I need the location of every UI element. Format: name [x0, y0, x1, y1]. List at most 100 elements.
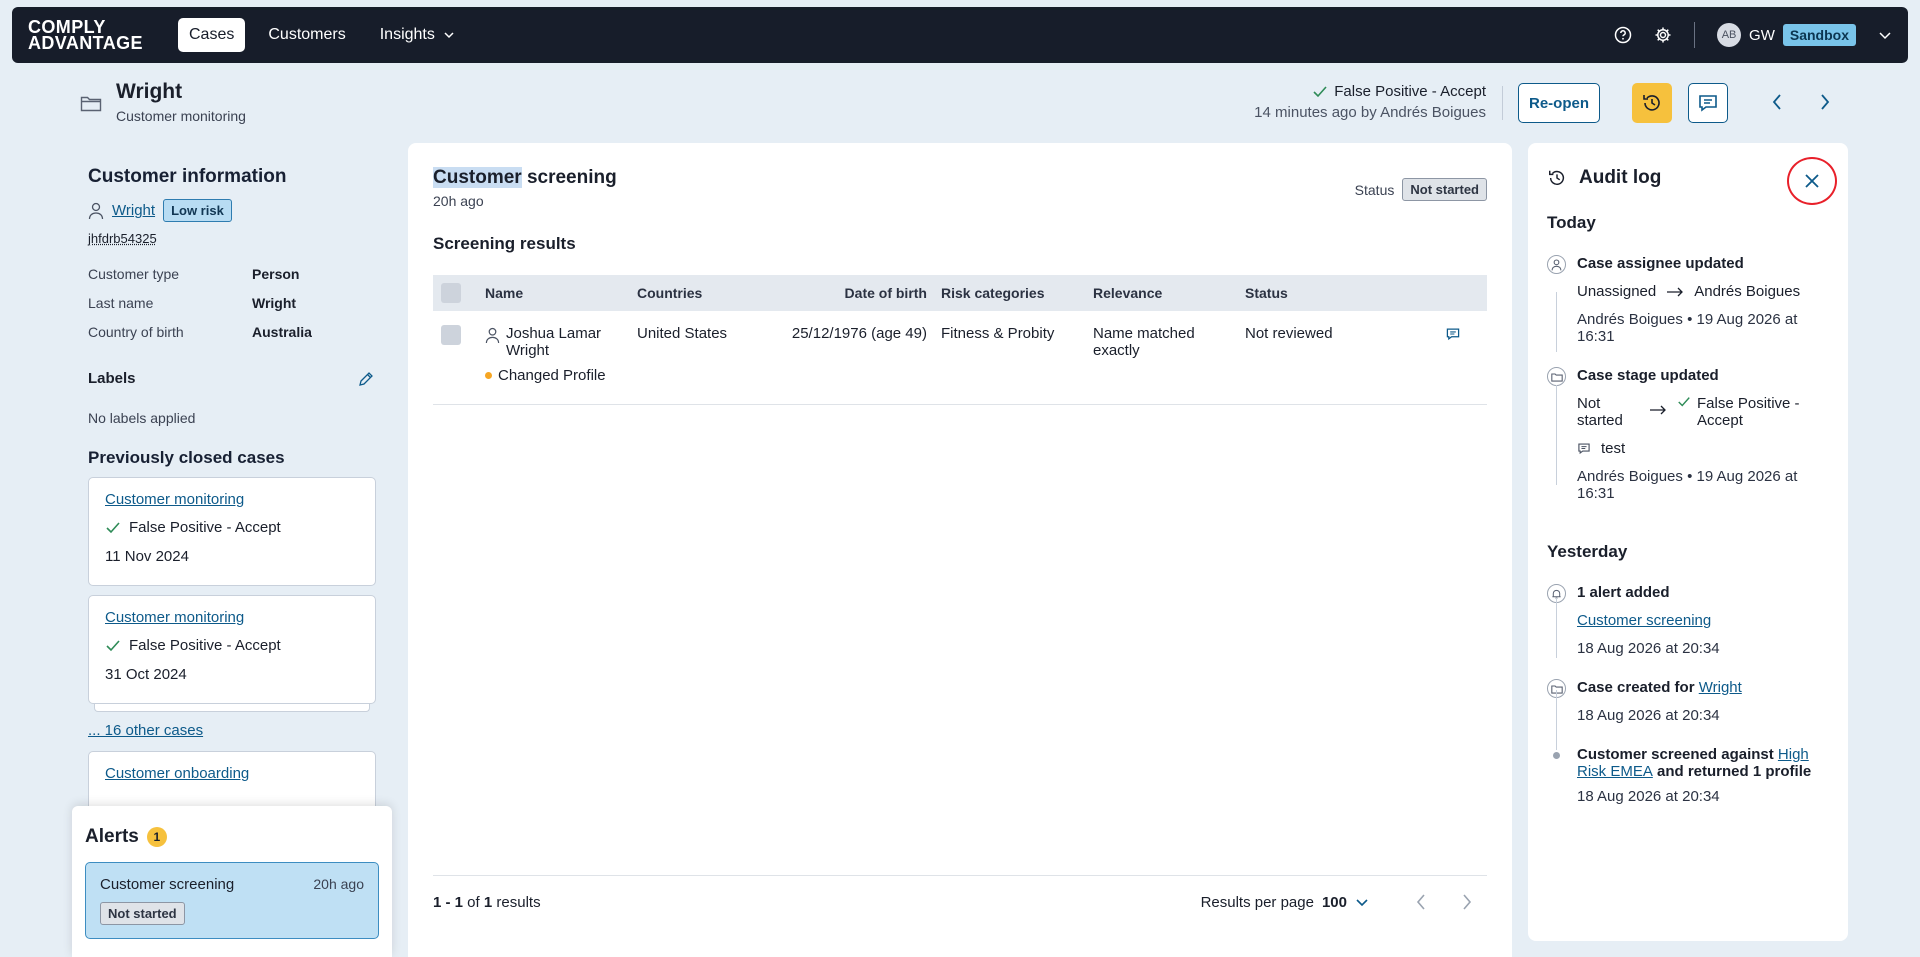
field-value: Person [252, 266, 300, 282]
next-case-button[interactable] [1818, 92, 1832, 112]
reopen-button-label: Re-open [1529, 94, 1589, 112]
customer-link[interactable]: Wright [1699, 679, 1742, 696]
chevron-down-icon[interactable] [1355, 895, 1369, 909]
field-key: Customer type [88, 266, 180, 282]
history-icon [1641, 92, 1663, 114]
previous-page-button[interactable] [1415, 893, 1427, 911]
column-countries[interactable]: Countries [637, 285, 789, 301]
changed-profile-label: Changed Profile [498, 367, 606, 384]
alert-link[interactable]: Customer screening [1577, 612, 1711, 629]
help-icon[interactable] [1614, 26, 1632, 44]
timeline-connector [1556, 292, 1557, 352]
previous-case-card[interactable]: Customer monitoring False Positive - Acc… [88, 595, 376, 704]
comments-button[interactable] [1688, 83, 1728, 123]
table-footer: 1 - 1 of 1 results Results per page 100 [433, 875, 1487, 911]
edit-pencil-icon[interactable] [358, 371, 374, 387]
card-stack-shadow [94, 704, 370, 712]
nav-tab-cases-label: Cases [189, 26, 235, 43]
column-date-of-birth[interactable]: Date of birth [789, 285, 941, 301]
field-value: Australia [252, 324, 312, 340]
column-risk-categories[interactable]: Risk categories [941, 285, 1093, 301]
next-page-button[interactable] [1461, 893, 1473, 911]
customer-fields: Customer type Person Last name Wright Coun… [88, 266, 376, 340]
case-outcome: False Positive - Accept 14 minutes ago b… [1254, 83, 1486, 121]
table-row[interactable]: Joshua Lamar Wright Changed Profile Unit… [433, 311, 1487, 405]
screening-title: Customer screening [433, 167, 1487, 189]
onboarding-case-link[interactable]: Customer onboarding [105, 765, 249, 782]
nav-tab-customers[interactable]: Customers [257, 18, 356, 52]
customer-info-heading: Customer information [88, 166, 287, 187]
screening-panel: Customer screening 20h ago Status Not st… [408, 143, 1512, 957]
case-title: Wright [116, 80, 183, 103]
screening-status: Status Not started [1355, 178, 1487, 201]
field-key: Last name [88, 295, 154, 311]
match-status: Not reviewed [1245, 325, 1333, 342]
environment-badge: Sandbox [1782, 24, 1856, 46]
column-status[interactable]: Status [1245, 285, 1445, 301]
no-labels-text: No labels applied [88, 410, 196, 426]
row-checkbox[interactable] [441, 325, 461, 345]
previous-case-button[interactable] [1770, 92, 1784, 112]
screening-title-highlight: Customer [433, 167, 522, 188]
audit-comment-text: test [1601, 440, 1626, 457]
changed-profile-tag: Changed Profile [485, 367, 637, 384]
alerts-count-badge: 1 [146, 827, 167, 847]
results-per-page-value[interactable]: 100 [1322, 894, 1347, 911]
history-icon [1547, 168, 1567, 188]
previous-case-link[interactable]: Customer monitoring [105, 609, 244, 626]
audit-log-panel: Audit log Today Case assignee updated Un… [1528, 143, 1848, 941]
user-menu[interactable]: AB GW Sandbox [1717, 23, 1892, 47]
close-audit-log-button[interactable] [1787, 157, 1837, 205]
alert-title: Customer screening [100, 876, 235, 893]
previous-case-status: False Positive - Accept [129, 637, 281, 654]
transition-to: False Positive - Accept [1697, 395, 1800, 429]
arrow-right-icon [1649, 405, 1667, 415]
results-table: Name Countries Date of birth Risk catego… [433, 275, 1487, 405]
audit-event-meta: 18 Aug 2026 at 20:34 [1577, 640, 1720, 657]
audit-event: Case stage updated Not started False Pos… [1547, 367, 1830, 502]
alert-time: 20h ago [313, 876, 364, 892]
match-risk-categories: Fitness & Probity [941, 325, 1055, 342]
column-name[interactable]: Name [485, 285, 637, 301]
chevron-left-icon [1770, 92, 1784, 112]
event-dot [1553, 752, 1560, 759]
history-button[interactable] [1632, 83, 1672, 123]
gear-icon[interactable] [1654, 26, 1672, 44]
audit-comment: test [1577, 440, 1830, 457]
comment-icon[interactable] [1445, 325, 1487, 341]
alert-card[interactable]: Customer screening 20h ago Not started [85, 862, 379, 939]
customer-sidebar: Customer information Wright Low risk jhf… [88, 166, 376, 811]
arrow-right-icon [1666, 287, 1684, 297]
select-all-checkbox[interactable] [441, 283, 461, 303]
onboarding-case-card[interactable]: Customer onboarding [88, 751, 376, 811]
match-relevance: Name matched exactly [1093, 325, 1195, 359]
timeline-connector [1556, 385, 1557, 485]
previous-case-link[interactable]: Customer monitoring [105, 491, 244, 508]
transition-from: Not started [1577, 395, 1623, 429]
customer-name-link[interactable]: Wright [112, 202, 155, 219]
logo[interactable]: COMPLY ADVANTAGE [28, 18, 178, 52]
folder-icon [80, 94, 102, 124]
nav-tab-cases[interactable]: Cases [178, 18, 246, 52]
outcome-label: False Positive - Accept [1334, 83, 1486, 100]
check-icon [105, 521, 121, 535]
timeline-connector [1556, 690, 1557, 750]
reopen-button[interactable]: Re-open [1518, 83, 1600, 123]
audit-event-meta: 18 Aug 2026 at 20:34 [1577, 707, 1720, 724]
results-per-page: Results per page 100 [1201, 894, 1369, 911]
field-last-name: Last name Wright [88, 295, 376, 311]
results-count: 1 - 1 of 1 results [433, 894, 541, 911]
customer-id: jhfdrb54325 [88, 231, 157, 246]
other-cases-link[interactable]: ... 16 other cases [88, 722, 376, 739]
column-relevance[interactable]: Relevance [1093, 285, 1245, 301]
status-label: Status [1354, 181, 1395, 198]
nav-tab-insights[interactable]: Insights [369, 18, 466, 52]
folder-icon [1547, 367, 1566, 386]
previous-case-card[interactable]: Customer monitoring False Positive - Acc… [88, 477, 376, 586]
audit-event-title: Customer screened against [1577, 746, 1778, 763]
alerts-heading: Alerts [85, 826, 139, 847]
close-icon [1804, 173, 1820, 189]
audit-event: Case assignee updated Unassigned Andrés … [1547, 255, 1830, 345]
comment-icon [1577, 442, 1591, 455]
user-short-name: GW [1749, 26, 1775, 44]
